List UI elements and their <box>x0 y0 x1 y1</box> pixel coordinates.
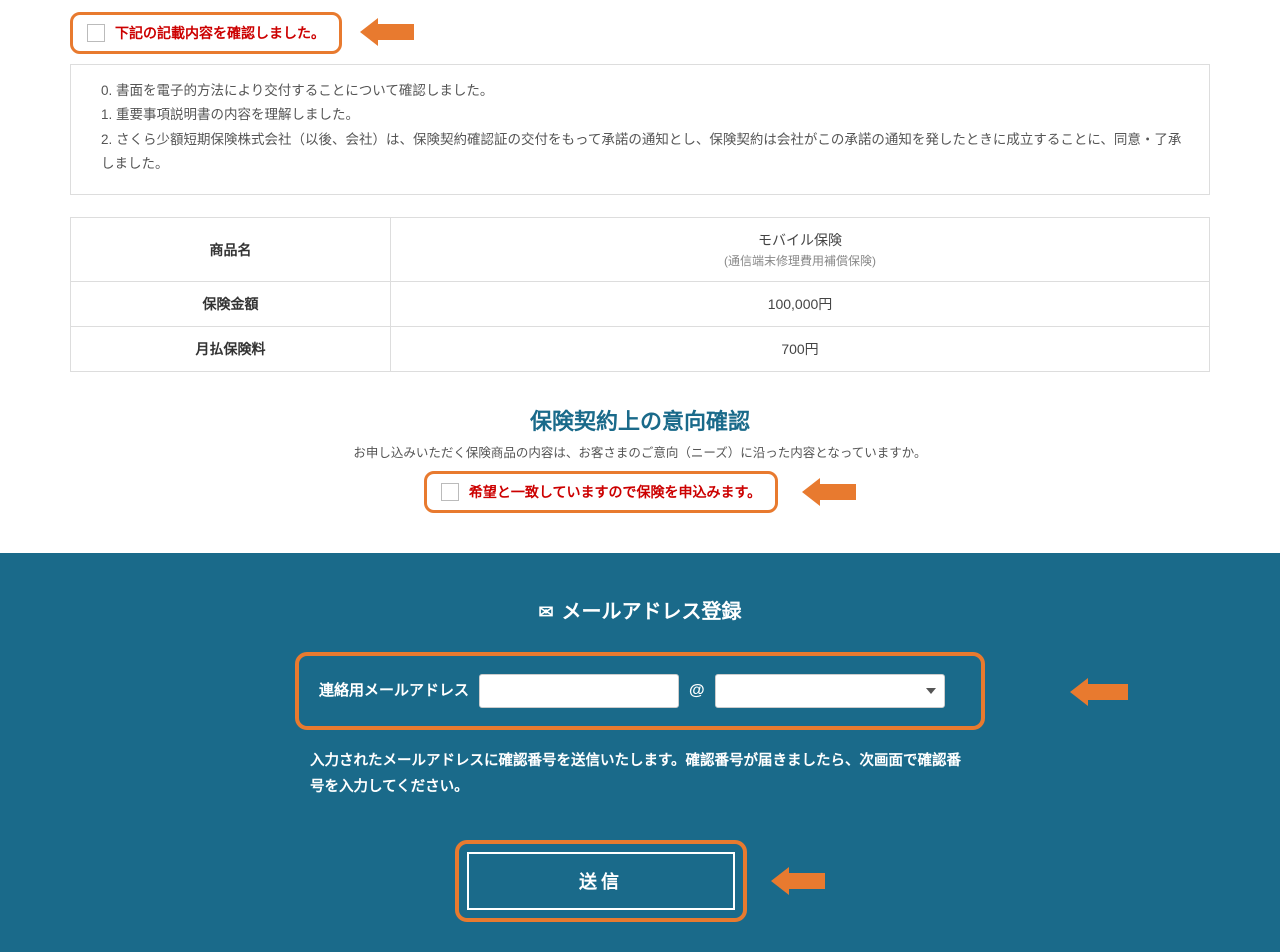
email-note-text: 入力されたメールアドレスに確認番号を送信いたします。確認番号が届きましたら、次画… <box>310 748 970 800</box>
product-info-table: 商品名 モバイル保険 (通信端末修理費用補償保険) 保険金額 100,000円 … <box>70 217 1210 372</box>
confirm-list-item: 2. さくら少額短期保険株式会社（以後、会社）は、保険契約確認証の交付をもって承… <box>101 128 1189 177</box>
intent-checkbox-row[interactable]: 希望と一致していますので保険を申込みます。 <box>424 471 778 513</box>
submit-button[interactable]: 送信 <box>467 852 735 910</box>
table-value-premium: 700円 <box>391 327 1210 372</box>
confirm-content-checkbox-row[interactable]: 下記の記載内容を確認しました。 <box>70 12 342 54</box>
confirm-content-checkbox[interactable] <box>87 24 105 42</box>
table-row: 商品名 モバイル保険 (通信端末修理費用補償保険) <box>71 218 1210 282</box>
arrow-pointer-1 <box>360 18 414 46</box>
table-row: 月払保険料 700円 <box>71 327 1210 372</box>
table-label-premium: 月払保険料 <box>71 327 391 372</box>
intent-section-desc: お申し込みいただく保険商品の内容は、お客さまのご意向（ニーズ）に沿った内容となっ… <box>70 442 1210 461</box>
table-row: 保険金額 100,000円 <box>71 282 1210 327</box>
email-at-symbol: @ <box>689 682 705 700</box>
table-label-product: 商品名 <box>71 218 391 282</box>
table-value-amount: 100,000円 <box>391 282 1210 327</box>
mail-icon: ✉ <box>538 602 553 623</box>
intent-checkbox[interactable] <box>441 483 459 501</box>
confirmation-text-panel: 0. 書面を電子的方法により交付することについて確認しました。 1. 重要事項説… <box>70 64 1210 195</box>
intent-checkbox-label: 希望と一致していますので保険を申込みます。 <box>469 482 761 502</box>
confirm-list-item: 1. 重要事項説明書の内容を理解しました。 <box>101 103 1189 127</box>
email-section-title: ✉メールアドレス登録 <box>150 595 1130 624</box>
email-registration-section: ✉メールアドレス登録 連絡用メールアドレス @ 入力されたメールアドレスに確認番… <box>0 553 1280 952</box>
arrow-pointer-3 <box>1070 678 1128 706</box>
confirm-list-item: 0. 書面を電子的方法により交付することについて確認しました。 <box>101 79 1189 103</box>
intent-section-title: 保険契約上の意向確認 <box>70 404 1210 436</box>
submit-button-frame: 送信 <box>455 840 747 922</box>
arrow-pointer-4 <box>771 867 825 895</box>
email-local-input[interactable] <box>479 674 679 708</box>
confirm-content-checkbox-label: 下記の記載内容を確認しました。 <box>115 23 325 43</box>
email-field-label: 連絡用メールアドレス <box>319 680 479 703</box>
arrow-pointer-2 <box>802 478 856 506</box>
email-domain-select[interactable] <box>715 674 945 708</box>
table-label-amount: 保険金額 <box>71 282 391 327</box>
table-value-product: モバイル保険 (通信端末修理費用補償保険) <box>391 218 1210 282</box>
email-input-box: 連絡用メールアドレス @ <box>295 652 985 730</box>
